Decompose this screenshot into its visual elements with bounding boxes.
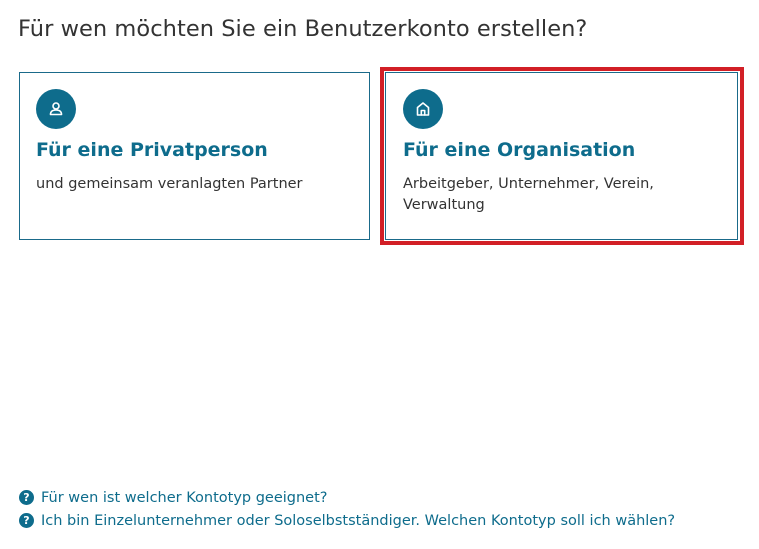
question-icon: ?: [19, 490, 34, 505]
card-description-organisation: Arbeitgeber, Unternehmer, Verein, Verwal…: [403, 176, 654, 213]
help-link-sole-proprietor[interactable]: ? Ich bin Einzelunternehmer oder Solosel…: [19, 509, 675, 532]
help-link-text[interactable]: Ich bin Einzelunternehmer oder Soloselbs…: [41, 513, 675, 529]
card-title-private: Für eine Privatperson: [36, 139, 268, 161]
help-link-account-type[interactable]: ? Für wen ist welcher Kontotyp geeignet?: [19, 486, 675, 509]
person-icon: [36, 89, 76, 129]
card-description-private: und gemeinsam veranlagten Partner: [36, 176, 303, 192]
help-links: ? Für wen ist welcher Kontotyp geeignet?…: [19, 486, 675, 532]
question-icon: ?: [19, 513, 34, 528]
house-icon: [403, 89, 443, 129]
card-private-person[interactable]: Für eine Privatperson und gemeinsam vera…: [19, 72, 370, 240]
card-title-organisation: Für eine Organisation: [403, 139, 636, 161]
help-link-text[interactable]: Für wen ist welcher Kontotyp geeignet?: [41, 490, 327, 506]
card-organisation[interactable]: Für eine Organisation Arbeitgeber, Unter…: [385, 72, 738, 240]
account-type-page: Für wen möchten Sie ein Benutzerkonto er…: [0, 0, 759, 549]
page-title: Für wen möchten Sie ein Benutzerkonto er…: [18, 16, 588, 42]
